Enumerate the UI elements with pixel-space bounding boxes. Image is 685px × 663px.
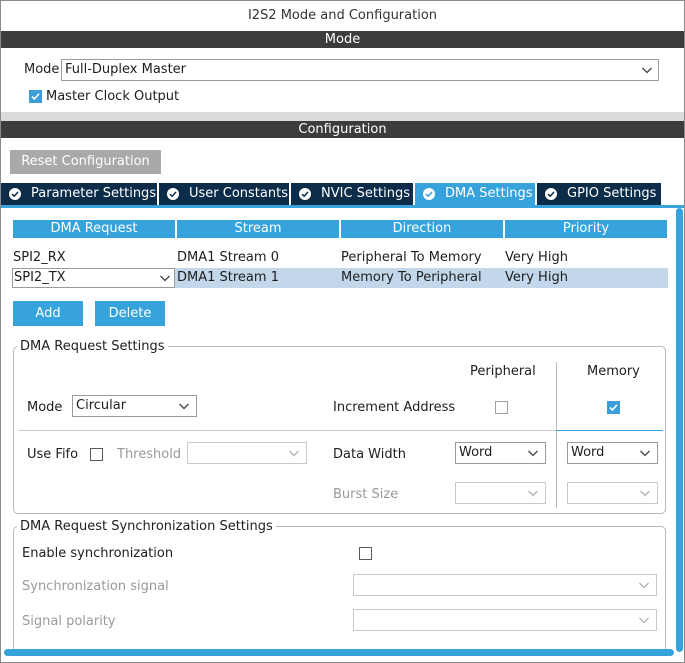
- row-divider-memory: [556, 430, 663, 431]
- cell-direction: Memory To Peripheral: [341, 270, 482, 285]
- burst-size-label: Burst Size: [333, 487, 399, 502]
- tab-label: NVIC Settings: [321, 186, 410, 201]
- check-icon: [31, 93, 40, 101]
- add-button[interactable]: Add: [13, 301, 83, 326]
- chevron-down-icon: [640, 450, 650, 457]
- master-clock-label: Master Clock Output: [46, 89, 180, 104]
- use-fifo-label: Use Fifo: [27, 447, 79, 462]
- peripheral-data-width-select[interactable]: Word: [455, 442, 546, 464]
- sync-signal-label: Synchronization signal: [22, 579, 169, 594]
- dma-mode-select-value: Circular: [76, 398, 127, 413]
- tab-user-constants[interactable]: User Constants: [159, 183, 289, 205]
- tab-parameter-settings[interactable]: Parameter Settings: [1, 183, 157, 205]
- tab-label: DMA Settings: [445, 186, 533, 201]
- chevron-down-icon: [160, 275, 170, 282]
- table-row-selected[interactable]: SPI2_TX DMA1 Stream 1 Memory To Peripher…: [12, 268, 668, 288]
- horizontal-scrollbar[interactable]: [4, 649, 674, 656]
- tab-label: User Constants: [189, 186, 288, 201]
- check-circle-icon: [423, 188, 435, 200]
- peripheral-column-label: Peripheral: [470, 364, 536, 379]
- cell-stream: DMA1 Stream 0: [177, 250, 279, 265]
- dma-request-select-value: SPI2_TX: [14, 270, 66, 285]
- table-row[interactable]: SPI2_RX DMA1 Stream 0 Peripheral To Memo…: [12, 248, 668, 268]
- cell-direction: Peripheral To Memory: [341, 250, 482, 265]
- chevron-down-icon: [640, 490, 650, 497]
- column-header-stream[interactable]: Stream: [177, 220, 339, 238]
- tab-label: GPIO Settings: [567, 186, 657, 201]
- threshold-label: Threshold: [117, 447, 182, 462]
- threshold-select[interactable]: [187, 442, 307, 464]
- mode-select[interactable]: Full-Duplex Master: [61, 59, 659, 81]
- chevron-down-icon: [639, 617, 649, 624]
- reset-configuration-button[interactable]: Reset Configuration: [10, 150, 161, 174]
- dma-request-settings-title: DMA Request Settings: [17, 339, 168, 355]
- check-circle-icon: [167, 188, 179, 200]
- peripheral-data-width-value: Word: [459, 445, 493, 460]
- dma-mode-select[interactable]: Circular: [72, 395, 197, 417]
- tab-gpio-settings[interactable]: GPIO Settings: [537, 183, 661, 205]
- increment-address-label: Increment Address: [333, 400, 456, 415]
- chevron-down-icon: [528, 450, 538, 457]
- dma-sync-settings-title: DMA Request Synchronization Settings: [17, 519, 276, 535]
- check-icon: [609, 404, 618, 412]
- enable-sync-checkbox[interactable]: [359, 547, 372, 560]
- data-width-label: Data Width: [333, 447, 406, 462]
- dma-mode-label: Mode: [27, 400, 63, 415]
- window-title: I2S2 Mode and Configuration: [1, 1, 684, 31]
- signal-polarity-select[interactable]: [353, 609, 657, 631]
- enable-sync-label: Enable synchronization: [22, 546, 174, 561]
- master-clock-checkbox[interactable]: [29, 90, 42, 103]
- increment-peripheral-checkbox[interactable]: [495, 401, 508, 414]
- dma-request-select[interactable]: SPI2_TX: [12, 268, 175, 288]
- sync-signal-select[interactable]: [353, 574, 657, 596]
- tab-dma-settings[interactable]: DMA Settings: [415, 183, 535, 205]
- tab-bar: Parameter Settings User Constants NVIC S…: [1, 183, 684, 205]
- configuration-section-header: Configuration: [1, 121, 684, 138]
- tab-nvic-settings[interactable]: NVIC Settings: [291, 183, 413, 205]
- mode-label: Mode: [24, 62, 60, 77]
- vertical-scrollbar[interactable]: [676, 208, 683, 652]
- memory-data-width-value: Word: [571, 445, 605, 460]
- column-header-dma-request[interactable]: DMA Request: [13, 220, 175, 238]
- chevron-down-icon: [639, 582, 649, 589]
- mode-section-header: Mode: [1, 31, 684, 48]
- column-header-priority[interactable]: Priority: [505, 220, 667, 238]
- check-circle-icon: [299, 188, 311, 200]
- section-divider: [1, 112, 684, 121]
- check-circle-icon: [9, 188, 21, 200]
- cell-request: SPI2_RX: [13, 250, 66, 265]
- chevron-down-icon: [179, 403, 189, 410]
- chevron-down-icon: [642, 67, 652, 74]
- column-header-direction[interactable]: Direction: [341, 220, 503, 238]
- tab-label: Parameter Settings: [31, 186, 157, 201]
- column-divider: [556, 362, 557, 508]
- chevron-down-icon: [528, 490, 538, 497]
- memory-data-width-select[interactable]: Word: [567, 442, 658, 464]
- cell-stream: DMA1 Stream 1: [177, 270, 279, 285]
- cell-priority: Very High: [505, 270, 568, 285]
- delete-button[interactable]: Delete: [95, 301, 165, 326]
- memory-burst-size-select[interactable]: [567, 482, 658, 504]
- peripheral-burst-size-select[interactable]: [455, 482, 546, 504]
- signal-polarity-label: Signal polarity: [22, 614, 116, 629]
- mode-select-value: Full-Duplex Master: [65, 62, 187, 77]
- increment-memory-checkbox[interactable]: [607, 401, 620, 414]
- use-fifo-checkbox[interactable]: [90, 448, 103, 461]
- cell-priority: Very High: [505, 250, 568, 265]
- chevron-down-icon: [289, 450, 299, 457]
- check-circle-icon: [545, 188, 557, 200]
- memory-column-label: Memory: [587, 364, 640, 379]
- tab-panel-top-border: [1, 205, 684, 208]
